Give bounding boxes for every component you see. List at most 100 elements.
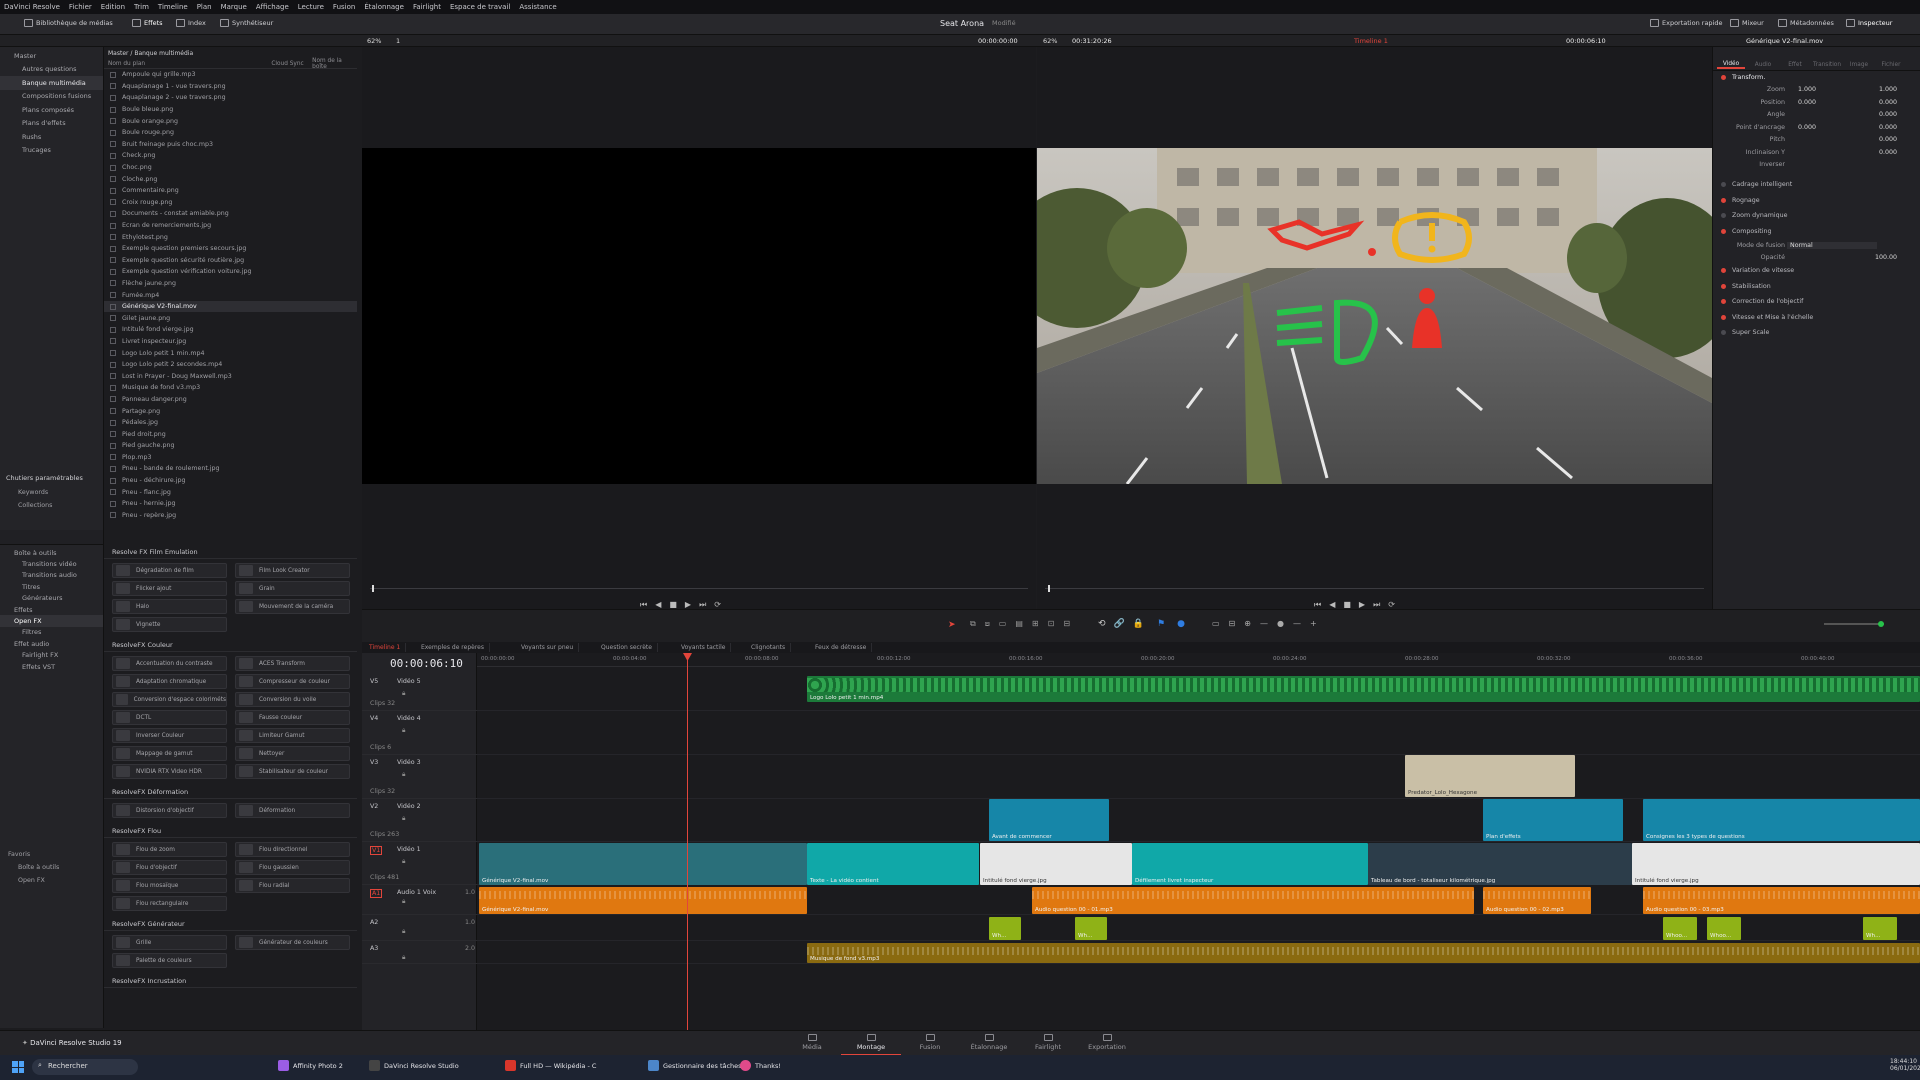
track-id[interactable]: A2 bbox=[370, 919, 378, 926]
timeline-clip-v1c[interactable]: Intitulé fond vierge.jpg bbox=[980, 843, 1132, 885]
media-file-row[interactable]: Intitulé fond vierge.jpg bbox=[104, 324, 357, 336]
page-tab-3[interactable]: Étalonnage bbox=[959, 1034, 1019, 1051]
bin-item[interactable]: Autres questions bbox=[0, 63, 103, 77]
effects-section-header[interactable]: Resolve FX Film Emulation bbox=[104, 545, 357, 559]
taskbar-app-taskmanager[interactable]: Gestionnaire des tâches bbox=[648, 1060, 742, 1071]
media-file-row[interactable]: Logo Lolo petit 2 secondes.mp4 bbox=[104, 359, 357, 371]
timeline-tab[interactable]: Voyants sur pneu bbox=[516, 643, 580, 652]
column-header-bin[interactable]: Nom de la boîte bbox=[312, 58, 357, 70]
effect-item[interactable]: Compresseur de couleur bbox=[235, 674, 350, 689]
timeline-tab[interactable]: Timeline 1 bbox=[364, 643, 407, 652]
media-file-row[interactable]: Livret inspecteur.jpg bbox=[104, 336, 357, 348]
menu-item-2[interactable]: Edition bbox=[101, 3, 125, 11]
enabled-indicator-icon[interactable] bbox=[1721, 74, 1726, 80]
timeline-tracks[interactable]: 00:00:00:00 00:00:04:00 00:00:08:00 00:00:1… bbox=[477, 653, 1920, 1030]
effect-item[interactable]: ACES Transform bbox=[235, 656, 350, 671]
media-file-row[interactable]: Check.png bbox=[104, 150, 357, 162]
column-header-sync[interactable]: Cloud Sync bbox=[271, 61, 312, 67]
media-file-row[interactable]: Choc.png bbox=[104, 162, 357, 174]
media-file-row[interactable]: Pédales.jpg bbox=[104, 417, 357, 429]
effect-item[interactable]: NVIDIA RTX Video HDR bbox=[112, 764, 227, 779]
source-playhead[interactable] bbox=[372, 585, 374, 592]
edit-tools[interactable]: ⧉⧈▭▤⊞⊡⊟ bbox=[970, 619, 1079, 629]
timeline-clip-v3[interactable]: Predator_Lolo_Hexagone bbox=[1405, 755, 1575, 797]
mixer-button[interactable]: Mixeur bbox=[1730, 19, 1764, 27]
source-zoom[interactable]: 62% bbox=[367, 37, 381, 45]
track-id[interactable]: V5 bbox=[370, 678, 378, 685]
timeline-clip-a2c[interactable]: Whoo... bbox=[1663, 917, 1697, 940]
effect-item[interactable]: Mappage de gamut bbox=[112, 746, 227, 761]
effect-item[interactable]: Mouvement de la caméra bbox=[235, 599, 350, 614]
effect-item[interactable]: Fausse couleur bbox=[235, 710, 350, 725]
blend-mode-select[interactable]: Normal bbox=[1787, 241, 1877, 249]
timeline-clip-a1a[interactable]: Générique V2-final.mov bbox=[479, 887, 807, 914]
effects-tree-item[interactable]: Transitions audio bbox=[0, 570, 103, 581]
zoom-tools[interactable]: ▭⊟⊕—●—+ bbox=[1212, 619, 1326, 628]
menu-item-9[interactable]: Fusion bbox=[333, 3, 355, 11]
column-header-name[interactable]: Nom du plan bbox=[108, 61, 271, 67]
inspector-section[interactable]: Vitesse et Mise à l'échelle bbox=[1713, 310, 1920, 326]
effect-item[interactable]: Inverser Couleur bbox=[112, 728, 227, 743]
media-file-row[interactable]: Pneu - repère.jpg bbox=[104, 510, 357, 522]
lock-track-icon[interactable]: 🔒︎ bbox=[402, 858, 405, 866]
program-playhead[interactable] bbox=[1048, 585, 1050, 592]
media-file-row[interactable]: Pneu - hernie.jpg bbox=[104, 498, 357, 510]
taskbar-app-browser[interactable]: Full HD — Wikipédia - C bbox=[505, 1060, 596, 1071]
effect-item[interactable]: Film Look Creator bbox=[235, 563, 350, 578]
effect-item[interactable]: Grille bbox=[112, 935, 227, 950]
inspector-section[interactable]: Zoom dynamique bbox=[1713, 208, 1920, 224]
media-file-row[interactable]: Exemple question sécurité routière.jpg bbox=[104, 255, 357, 267]
param-x-value[interactable]: 1.000 bbox=[1798, 86, 1834, 93]
transform-section[interactable]: Transform. bbox=[1713, 71, 1920, 84]
enabled-indicator-icon[interactable] bbox=[1721, 283, 1726, 289]
enabled-indicator-icon[interactable] bbox=[1721, 182, 1726, 188]
effect-item[interactable]: Distorsion d'objectif bbox=[112, 803, 227, 818]
bin-item[interactable]: Master bbox=[0, 49, 103, 63]
timeline-clip-v1a[interactable]: Générique V2-final.mov bbox=[479, 843, 807, 885]
param-y-value[interactable]: 0.000 bbox=[1865, 136, 1897, 143]
menu-item-6[interactable]: Marque bbox=[221, 3, 247, 11]
inspector-tab-3[interactable]: Transition bbox=[1813, 50, 1841, 68]
media-file-row[interactable]: Pneu - bande de roulement.jpg bbox=[104, 463, 357, 475]
source-viewer[interactable]: ⏮◀■▶⏭⟳ bbox=[362, 47, 1036, 609]
timeline-clip-v1d[interactable]: Défilement livret inspecteur bbox=[1132, 843, 1368, 885]
media-file-row[interactable]: Gilet jaune.png bbox=[104, 312, 357, 324]
lock-track-icon[interactable]: 🔒︎ bbox=[402, 928, 405, 936]
media-file-row[interactable]: Ampoule qui grille.mp3 bbox=[104, 69, 357, 81]
page-tab-1[interactable]: Montage bbox=[841, 1034, 901, 1056]
menu-item-12[interactable]: Espace de travail bbox=[450, 3, 510, 11]
media-file-row[interactable]: Exemple question premiers secours.jpg bbox=[104, 243, 357, 255]
inspector-section[interactable]: Cadrage intelligent bbox=[1713, 177, 1920, 193]
timeline-playhead[interactable] bbox=[687, 653, 688, 1030]
taskbar-app-affinity[interactable]: Affinity Photo 2 bbox=[278, 1060, 343, 1071]
inspector-section[interactable]: Super Scale bbox=[1713, 325, 1920, 341]
inspector-tab-1[interactable]: Audio bbox=[1749, 50, 1777, 68]
media-file-row[interactable]: Plop.mp3 bbox=[104, 452, 357, 464]
menu-item-7[interactable]: Affichage bbox=[256, 3, 289, 11]
inspector-section[interactable]: Compositing bbox=[1713, 224, 1920, 240]
media-file-row[interactable]: Panneau danger.png bbox=[104, 394, 357, 406]
favorite-item[interactable]: Open FX bbox=[18, 877, 45, 884]
media-file-row[interactable]: Pneu - flanc.jpg bbox=[104, 486, 357, 498]
menu-item-11[interactable]: Fairlight bbox=[413, 3, 441, 11]
media-file-row[interactable]: Pneu - déchirure.jpg bbox=[104, 475, 357, 487]
effect-item[interactable]: Flou mosaïque bbox=[112, 878, 227, 893]
page-tab-4[interactable]: Fairlight bbox=[1018, 1034, 1078, 1051]
effects-button[interactable]: Effets bbox=[132, 19, 163, 27]
lock-track-icon[interactable]: 🔒︎ bbox=[402, 771, 405, 779]
metadata-button[interactable]: Métadonnées bbox=[1778, 19, 1834, 27]
param-y-value[interactable]: 0.000 bbox=[1865, 124, 1897, 131]
effect-item[interactable]: Conversion d'espace coloriméts bbox=[112, 692, 227, 707]
menu-item-3[interactable]: Trim bbox=[134, 3, 149, 11]
timeline-clip-a1c[interactable]: Audio question 00 - 02.mp3 bbox=[1483, 887, 1591, 914]
timeline-clip-v1e[interactable]: Tableau de bord - totaliseur kilométriqu… bbox=[1368, 843, 1632, 885]
volume-slider[interactable] bbox=[1824, 621, 1884, 627]
effects-tree-item[interactable]: Effets VST bbox=[0, 661, 103, 672]
effect-item[interactable]: Flou directionnel bbox=[235, 842, 350, 857]
media-file-row[interactable]: Logo Lolo petit 1 min.mp4 bbox=[104, 347, 357, 359]
enabled-indicator-icon[interactable] bbox=[1721, 299, 1726, 305]
timeline-tab[interactable]: Exemples de repères bbox=[416, 643, 490, 652]
param-y-value[interactable]: 1.000 bbox=[1865, 86, 1897, 93]
inspector-button[interactable]: Inspecteur bbox=[1846, 19, 1892, 27]
timeline-tab[interactable]: Voyants tactile bbox=[676, 643, 732, 652]
